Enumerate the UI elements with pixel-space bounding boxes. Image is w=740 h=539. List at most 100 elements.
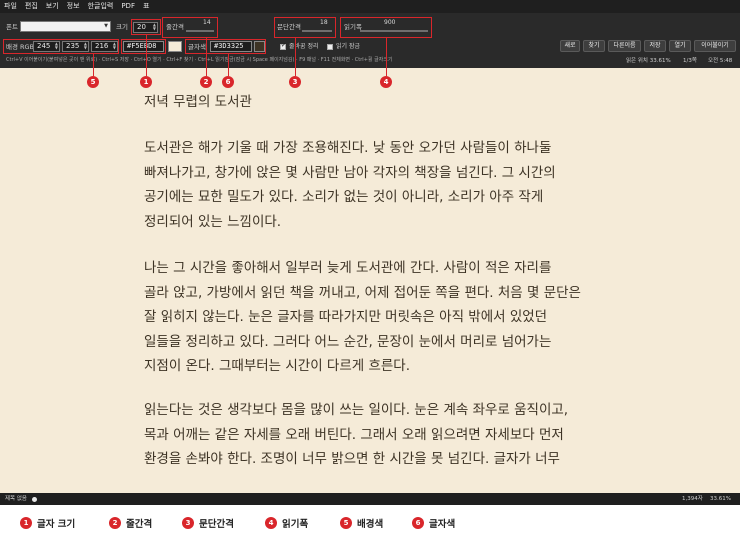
legend-label: 읽기폭 — [282, 519, 309, 530]
menu-bar: 파일 편집 보기 정보 한글입력 PDF 표 — [0, 0, 740, 13]
line-spacing-slider[interactable] — [186, 30, 214, 32]
status-filename: 제목 없음 — [5, 496, 27, 502]
menu-table[interactable]: 표 — [143, 0, 149, 13]
marker-line — [386, 38, 387, 76]
paragraph-spacing-value: 18 — [320, 19, 328, 26]
legend-marker: 2 — [109, 517, 121, 529]
open-button[interactable]: 열기 — [669, 40, 691, 52]
legend-item: 5 배경색 — [340, 516, 383, 530]
menu-hangul-input[interactable]: 한글입력 — [88, 0, 114, 13]
legend-label: 줄간격 — [126, 519, 153, 530]
legend-marker: 3 — [182, 517, 194, 529]
legend-marker: 6 — [412, 517, 424, 529]
bg-hex-field[interactable]: #F5EBD8 — [123, 41, 164, 52]
read-width-slider[interactable] — [360, 30, 428, 32]
text-line: 공기에는 묘한 밀도가 있다. 소리가 없는 것이 아니라, 소리가 아주 작게 — [144, 189, 544, 205]
save-as-button[interactable]: 다른이름 — [608, 40, 641, 52]
legend-label: 문단간격 — [199, 519, 234, 530]
marker-line — [295, 38, 296, 76]
menu-info[interactable]: 정보 — [67, 0, 80, 13]
document-title: 저녁 무렵의 도서관 — [144, 94, 252, 110]
save-button[interactable]: 저장 — [644, 40, 666, 52]
page-indicator: 1/3쪽 — [683, 58, 697, 64]
text-line: 일들을 정리하고 있다. 그러다 어느 순간, 문장이 눈에서 머리로 넘어가는 — [144, 333, 552, 350]
line-spacing-label: 줄간격 — [166, 23, 184, 31]
chevron-down-icon: ▼ — [104, 23, 108, 29]
paragraph-spacing-label: 문단간격 — [277, 23, 301, 31]
bg-b-value: 216 — [95, 42, 109, 50]
text-line: 골라 앉고, 가방에서 읽던 책을 꺼내고, 어제 접어둔 쪽을 편다. 처음 … — [144, 284, 581, 301]
legend-marker: 4 — [265, 517, 277, 529]
bg-rgb-label: 배경 RGB — [6, 43, 35, 51]
text-line: 목과 어깨는 같은 자세를 오래 버틴다. 그래서 오래 읽으려면 자세보다 먼… — [144, 426, 564, 443]
legend-item: 4 읽기폭 — [265, 516, 308, 530]
legend-item: 2 줄간격 — [109, 516, 152, 530]
legend-label: 글자 크기 — [37, 519, 76, 530]
paragraph-spacing-slider[interactable] — [302, 30, 332, 32]
marker-line — [146, 34, 147, 76]
marker-4: 4 — [380, 76, 392, 88]
marker-line — [93, 54, 94, 76]
text-line: 환경을 손봐야 한다. 조명이 너무 밝으면 한 시간을 못 넘긴다. 글자가 … — [144, 451, 560, 467]
bg-g-value: 235 — [66, 42, 80, 50]
read-lock-checkbox[interactable] — [327, 44, 333, 50]
font-select[interactable]: ▼ — [20, 21, 111, 32]
legend-marker: 1 — [20, 517, 32, 529]
marker-2: 2 — [200, 76, 212, 88]
marker-line — [206, 38, 207, 76]
marker-3: 3 — [289, 76, 301, 88]
bg-g-spinner[interactable]: 235 ▲ ▼ — [62, 41, 89, 52]
bg-r-value: 245 — [37, 42, 51, 50]
read-width-value: 900 — [384, 19, 396, 26]
text-line: 지점이 온다. 그때부터는 시간이 다르게 흐른다. — [144, 358, 411, 374]
text-hex-field[interactable]: #3D3325 — [210, 41, 252, 52]
text-color-label: 글자색 — [188, 43, 206, 51]
menu-edit[interactable]: 편집 — [25, 0, 38, 13]
append-paste-button[interactable]: 이어불이기 — [694, 40, 736, 52]
new-button[interactable]: 새로 — [560, 40, 580, 52]
linebreak-tidy-checkbox[interactable] — [280, 42, 286, 50]
legend: 1 글자 크기 2 줄간격 3 문단간격 4 읽기폭 5 배경색 6 글자색 — [0, 505, 740, 539]
paragraph: 도서관은 해가 기울 때 가장 조용해진다. 낮 동안 오가던 사람들이 하나둘… — [144, 136, 604, 234]
paragraph: 읽는다는 것은 생각보다 몸을 많이 쓰는 일이다. 눈은 계속 좌우로 움직이… — [144, 398, 604, 472]
legend-item: 6 글자색 — [412, 516, 455, 530]
marker-line — [228, 54, 229, 76]
bg-r-spinner[interactable]: 245 ▲ ▼ — [33, 41, 60, 52]
text-line: 빠져나가고, 창가에 앉은 몇 사람만 남아 각자의 책장을 넘긴다. 그 시간… — [144, 164, 556, 181]
spin-arrows-icon[interactable]: ▲ ▼ — [55, 42, 58, 50]
marker-1: 1 — [140, 76, 152, 88]
text-line: 도서관은 해가 기울 때 가장 조용해진다. 낮 동안 오가던 사람들이 하나둘 — [144, 140, 552, 156]
text-line: 정리되어 있는 느낌이다. — [144, 213, 282, 230]
read-lock-label: 읽기 잠금 — [336, 43, 360, 50]
toolbar: 폰트 ▼ 크기 20 ▲ ▼ 줄간격 14 문단간격 18 읽기폭 900 배경 … — [0, 13, 740, 68]
reading-page[interactable]: 저녁 무렵의 도서관 도서관은 해가 기울 때 가장 조용해진다. 낮 동안 오… — [0, 68, 740, 493]
unsaved-dot-icon — [32, 496, 37, 502]
menu-file[interactable]: 파일 — [4, 0, 17, 13]
bg-b-spinner[interactable]: 216 ▲ ▼ — [91, 41, 118, 52]
bg-color-swatch[interactable] — [168, 41, 182, 52]
font-label: 폰트 — [6, 23, 18, 31]
text-line: 잘 읽히지 않는다. 눈은 글자를 따라가지만 머릿속은 아직 밖에서 있었던 — [144, 309, 548, 325]
line-spacing-value: 14 — [203, 19, 211, 26]
marker-6: 6 — [222, 76, 234, 88]
legend-item: 3 문단간격 — [182, 516, 234, 530]
legend-label: 배경색 — [357, 519, 384, 530]
status-bar: 제목 없음 1,394자 33.61% — [0, 493, 740, 505]
legend-label: 글자색 — [429, 519, 456, 530]
clock: 오전 5:48 — [708, 58, 733, 64]
highlight-font-size — [131, 19, 161, 35]
text-color-swatch[interactable] — [254, 41, 265, 52]
shortcut-hint: Ctrl+V 이어붙이기(붙여넣은 곳이 맨 위로) · Ctrl+S 저장 ·… — [6, 57, 393, 63]
menu-pdf[interactable]: PDF — [121, 0, 135, 13]
spin-arrows-icon[interactable]: ▲ ▼ — [84, 42, 87, 50]
status-percent: 33.61% — [710, 496, 731, 502]
spin-arrows-icon[interactable]: ▲ ▼ — [113, 42, 116, 50]
find-button[interactable]: 찾기 — [583, 40, 605, 52]
marker-5: 5 — [87, 76, 99, 88]
text-line: 읽는다는 것은 생각보다 몸을 많이 쓰는 일이다. 눈은 계속 좌우로 움직이… — [144, 402, 569, 418]
size-label: 크기 — [116, 23, 128, 31]
menu-view[interactable]: 보기 — [46, 0, 59, 13]
status-char-count: 1,394자 — [682, 496, 703, 502]
paragraph: 나는 그 시간을 좋아해서 일부러 늦게 도서관에 간다. 사람이 적은 자리를… — [144, 256, 604, 379]
legend-item: 1 글자 크기 — [20, 516, 75, 530]
